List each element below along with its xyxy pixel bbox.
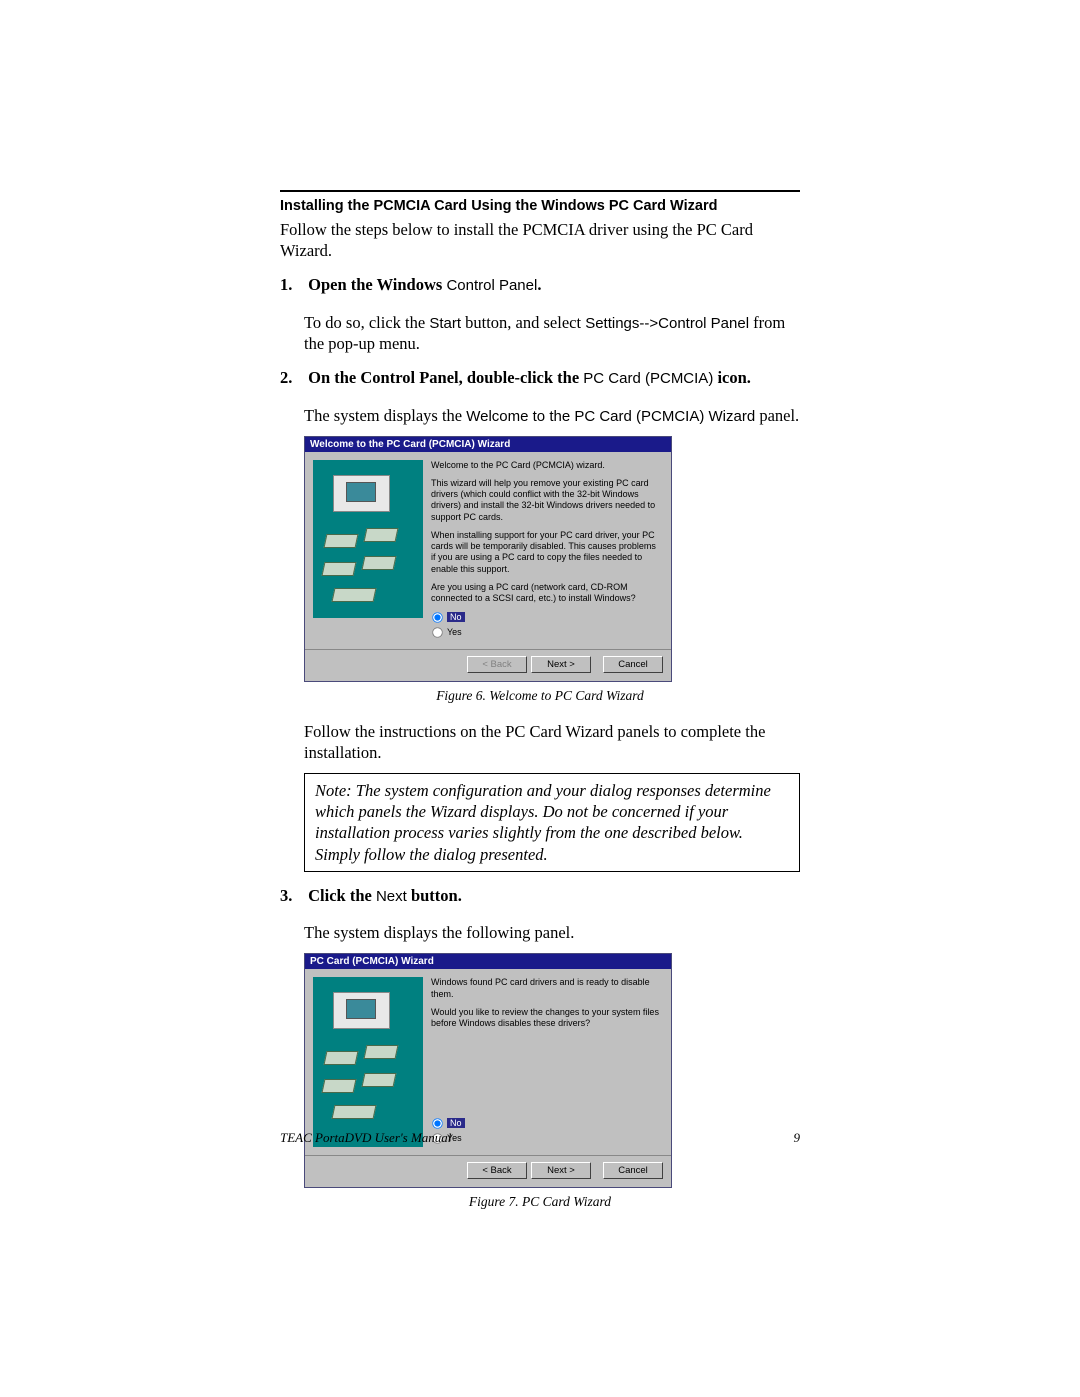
step-text-sans: Control Panel	[446, 277, 537, 294]
radio-input[interactable]	[432, 1119, 442, 1129]
wizard-titlebar: PC Card (PCMCIA) Wizard	[305, 954, 671, 969]
wizard-content: Windows found PC card drivers and is rea…	[423, 977, 663, 1147]
step-1: 1. Open the Windows Control Panel. To do…	[280, 275, 800, 354]
text-sans: Welcome to the PC Card (PCMCIA) Wizard	[466, 408, 755, 425]
wizard-titlebar: Welcome to the PC Card (PCMCIA) Wizard	[305, 437, 671, 452]
section-rule	[280, 190, 800, 192]
pc-cards-icon	[323, 1045, 413, 1125]
wizard-content: Welcome to the PC Card (PCMCIA) wizard. …	[423, 460, 663, 642]
page-footer: TEAC PortaDVD User's Manual 9	[280, 1130, 800, 1146]
next-button[interactable]: Next >	[531, 656, 591, 673]
pc-cards-icon	[323, 528, 413, 608]
wizard-text: This wizard will help you remove your ex…	[431, 478, 661, 523]
radio-no[interactable]: No	[431, 1117, 661, 1130]
wizard-text: Would you like to review the changes to …	[431, 1007, 661, 1030]
step-2-post-figure-text: Follow the instructions on the PC Card W…	[304, 721, 800, 763]
laptop-icon	[333, 475, 390, 512]
manual-page: Installing the PCMCIA Card Using the Win…	[280, 190, 800, 1224]
laptop-icon	[333, 992, 390, 1029]
step-number: 1.	[280, 275, 304, 295]
step-number: 2.	[280, 368, 304, 388]
step-text-tail: icon.	[713, 368, 751, 387]
text: button, and select	[461, 313, 585, 332]
footer-title: TEAC PortaDVD User's Manual	[280, 1130, 451, 1146]
step-1-head: 1. Open the Windows Control Panel.	[280, 275, 800, 295]
cancel-button[interactable]: Cancel	[603, 656, 663, 673]
wizard-text: Welcome to the PC Card (PCMCIA) wizard.	[431, 460, 661, 471]
radio-input[interactable]	[432, 613, 442, 623]
back-button: < Back	[467, 656, 527, 673]
intro-text: Follow the steps below to install the PC…	[280, 220, 800, 261]
page-number: 9	[794, 1130, 801, 1146]
wizard-window-pccard: PC Card (PCMCIA) Wizard Windows found PC	[304, 953, 672, 1188]
wizard-text: Are you using a PC card (network card, C…	[431, 582, 661, 605]
wizard-sidebar-image	[313, 460, 423, 618]
radio-label: No	[447, 612, 465, 622]
step-2: 2. On the Control Panel, double-click th…	[280, 368, 800, 872]
text: To do so, click the	[304, 313, 429, 332]
figure-7: PC Card (PCMCIA) Wizard Windows found PC	[304, 953, 800, 1188]
step-2-body: The system displays the Welcome to the P…	[304, 405, 800, 426]
wizard-text: Windows found PC card drivers and is rea…	[431, 977, 661, 1000]
text: The system displays the	[304, 406, 466, 425]
radio-label: Yes	[447, 627, 462, 637]
step-2-head: 2. On the Control Panel, double-click th…	[280, 368, 800, 388]
step-text: On the Control Panel, double-click the	[308, 368, 583, 387]
step-text-tail: button.	[407, 886, 462, 905]
step-3: 3. Click the Next button. The system dis…	[280, 886, 800, 1211]
figure-6-caption: Figure 6. Welcome to PC Card Wizard	[280, 688, 800, 704]
step-3-head: 3. Click the Next button.	[280, 886, 800, 906]
step-text: Open the Windows	[308, 275, 446, 294]
wizard-footer: < BackNext > Cancel	[305, 649, 671, 681]
step-1-body: To do so, click the Start button, and se…	[304, 312, 800, 354]
wizard-body: Welcome to the PC Card (PCMCIA) wizard. …	[305, 452, 671, 650]
text: panel.	[755, 406, 799, 425]
wizard-text: When installing support for your PC card…	[431, 530, 661, 575]
wizard-body: Windows found PC card drivers and is rea…	[305, 969, 671, 1155]
radio-group: No Yes	[431, 611, 661, 639]
back-button[interactable]: < Back	[467, 1162, 527, 1179]
section-title: Installing the PCMCIA Card Using the Win…	[280, 198, 800, 214]
step-text-sans: Next	[376, 888, 407, 905]
step-text: Click the	[308, 886, 376, 905]
step-text-sans: PC Card (PCMCIA)	[583, 370, 713, 387]
wizard-window-welcome: Welcome to the PC Card (PCMCIA) Wizard W	[304, 436, 672, 683]
text-sans: Settings-->Control Panel	[585, 315, 749, 332]
wizard-footer: < BackNext > Cancel	[305, 1155, 671, 1187]
cancel-button[interactable]: Cancel	[603, 1162, 663, 1179]
radio-input[interactable]	[432, 628, 442, 638]
note-box: Note: The system configuration and your …	[304, 773, 800, 871]
figure-6: Welcome to the PC Card (PCMCIA) Wizard W	[304, 436, 800, 683]
step-text-tail: .	[537, 275, 541, 294]
radio-label: No	[447, 1118, 465, 1128]
radio-yes[interactable]: Yes	[431, 626, 661, 639]
next-button[interactable]: Next >	[531, 1162, 591, 1179]
step-3-body: The system displays the following panel.	[304, 922, 800, 943]
wizard-sidebar-image	[313, 977, 423, 1147]
steps-list: 1. Open the Windows Control Panel. To do…	[280, 275, 800, 1210]
figure-7-caption: Figure 7. PC Card Wizard	[280, 1194, 800, 1210]
step-number: 3.	[280, 886, 304, 906]
radio-no[interactable]: No	[431, 611, 661, 624]
text-sans: Start	[429, 315, 461, 332]
